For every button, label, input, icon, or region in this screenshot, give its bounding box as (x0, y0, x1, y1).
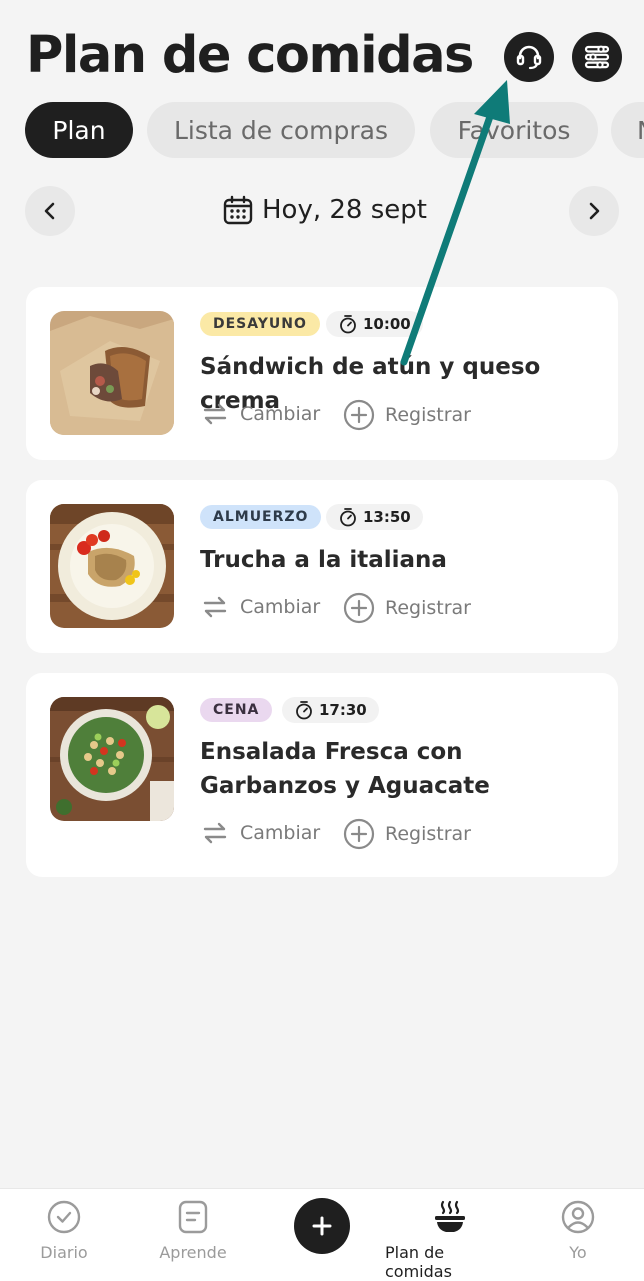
meal-time: 13:50 (363, 508, 411, 526)
change-label: Cambiar (240, 596, 321, 618)
meal-photo-salad (50, 697, 174, 821)
swap-icon (203, 596, 227, 618)
bottom-navigation: Diario Aprende Plan de comidas Yo (0, 1188, 644, 1281)
meal-card-dinner[interactable]: CENA 17:30 Ensalada Fresca con Garbanzos… (26, 673, 618, 877)
meal-card-breakfast[interactable]: DESAYUNO 10:00 Sándwich de atún y queso … (26, 287, 618, 460)
swap-icon (203, 403, 227, 425)
nav-label: Plan de comidas (385, 1243, 452, 1281)
sliders-icon (584, 45, 610, 69)
nav-meal-plan[interactable]: Plan de comidas (385, 1199, 515, 1281)
nav-profile[interactable]: Yo (553, 1199, 603, 1262)
header: Plan de comidas (0, 0, 644, 110)
chevron-right-icon (589, 202, 600, 220)
check-circle-icon (47, 1200, 81, 1234)
log-meal-button[interactable]: Registrar (343, 592, 471, 624)
meal-card-lunch[interactable]: ALMUERZO 13:50 Trucha a la italiana Camb… (26, 480, 618, 653)
log-meal-button[interactable]: Registrar (343, 818, 471, 850)
nav-learn[interactable]: Aprende (153, 1199, 233, 1262)
filter-button[interactable] (572, 32, 622, 82)
change-meal-button[interactable]: Cambiar (200, 592, 320, 622)
change-label: Cambiar (240, 822, 321, 844)
current-date[interactable]: Hoy, 28 sept (222, 194, 427, 226)
meal-photo-trout (50, 504, 174, 628)
log-label: Registrar (385, 823, 471, 845)
meal-time-chip[interactable]: 13:50 (326, 504, 423, 530)
tab-bar: Plan Lista de compras Favoritos N (0, 102, 644, 160)
support-button[interactable] (504, 32, 554, 82)
nav-label: Yo (569, 1243, 587, 1262)
meal-time: 10:00 (363, 315, 411, 333)
log-meal-button[interactable]: Registrar (343, 399, 471, 431)
bowl-icon (435, 1200, 465, 1232)
tab-plan[interactable]: Plan (25, 102, 133, 158)
change-label: Cambiar (240, 403, 321, 425)
swap-icon (203, 822, 227, 844)
tab-favorites[interactable]: Favoritos (430, 102, 598, 158)
meal-time: 17:30 (319, 701, 367, 719)
meal-name: Trucha a la italiana (200, 547, 447, 573)
meal-time-chip[interactable]: 17:30 (282, 697, 379, 723)
log-label: Registrar (385, 404, 471, 426)
stopwatch-icon (296, 701, 312, 720)
stopwatch-icon (340, 315, 356, 334)
meal-time-chip[interactable]: 10:00 (326, 311, 423, 337)
user-circle-icon (561, 1200, 595, 1234)
next-day-button[interactable] (569, 186, 619, 236)
meal-type-badge: CENA (200, 698, 273, 722)
meal-type-badge: DESAYUNO (200, 312, 320, 336)
nav-label: Diario (40, 1243, 88, 1262)
previous-day-button[interactable] (25, 186, 75, 236)
meal-name: Ensalada Fresca con Garbanzos y Aguacate (200, 739, 490, 799)
add-button[interactable] (294, 1198, 350, 1254)
tab-more[interactable]: N (611, 102, 644, 158)
chevron-left-icon (44, 202, 55, 220)
log-label: Registrar (385, 597, 471, 619)
plus-icon (312, 1216, 332, 1236)
nav-diary[interactable]: Diario (30, 1199, 98, 1262)
stopwatch-icon (340, 508, 356, 527)
plus-circle-icon (343, 592, 375, 624)
date-label: Hoy, 28 sept (262, 195, 427, 225)
plus-circle-icon (343, 399, 375, 431)
meal-photo-sandwich (50, 311, 174, 435)
plus-circle-icon (343, 818, 375, 850)
document-icon (178, 1200, 208, 1234)
tab-shopping-list[interactable]: Lista de compras (147, 102, 415, 158)
nav-label: Aprende (159, 1243, 227, 1262)
date-navigator: Hoy, 28 sept (0, 186, 644, 238)
change-meal-button[interactable]: Cambiar (200, 399, 320, 429)
meal-type-badge: ALMUERZO (200, 505, 322, 529)
page-title: Plan de comidas (26, 26, 474, 85)
change-meal-button[interactable]: Cambiar (200, 818, 320, 848)
headset-icon (516, 45, 542, 70)
calendar-icon (223, 195, 253, 225)
